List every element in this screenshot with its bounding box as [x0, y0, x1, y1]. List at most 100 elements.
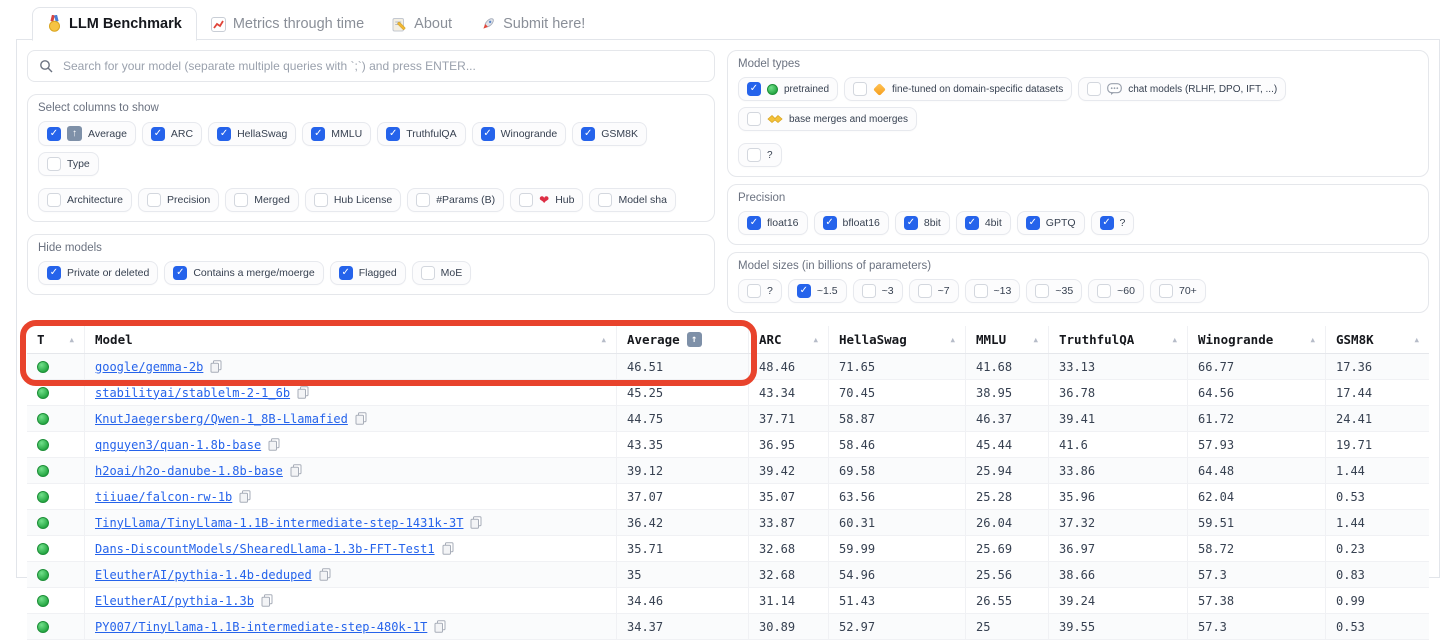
- copy-icon[interactable]: [268, 438, 280, 451]
- column-header-hellaswag[interactable]: HellaSwag▲: [829, 326, 966, 353]
- checkbox-checked: ✓: [339, 266, 353, 280]
- filter-option-flagged[interactable]: ✓Flagged: [330, 261, 406, 285]
- filter-option-fine-tuned-on-domain-specific-datasets[interactable]: fine-tuned on domain-specific datasets: [844, 77, 1072, 101]
- model-link[interactable]: EleutherAI/pythia-1.3b: [95, 594, 254, 608]
- filter-option-7[interactable]: ~7: [909, 279, 959, 303]
- model-type-cell: [27, 562, 85, 587]
- filter-option-pretrained[interactable]: ✓pretrained: [738, 77, 838, 101]
- filter-option-70[interactable]: 70+: [1150, 279, 1206, 303]
- filter-option-winogrande[interactable]: ✓Winogrande: [472, 122, 567, 146]
- checkbox-checked: ✓: [797, 284, 811, 298]
- filter-option-gptq[interactable]: ✓GPTQ: [1017, 211, 1085, 235]
- filter-option-private-or-deleted[interactable]: ✓Private or deleted: [38, 261, 158, 285]
- copy-icon[interactable]: [442, 542, 454, 555]
- gsm8k-cell: 0.83: [1326, 562, 1429, 587]
- copy-icon[interactable]: [290, 464, 302, 477]
- model-link[interactable]: stabilityai/stablelm-2-1_6b: [95, 386, 290, 400]
- filter-option-chat-models-rlhf-dpo-ift[interactable]: chat models (RLHF, DPO, IFT, ...): [1078, 77, 1286, 101]
- column-header-model[interactable]: Model▲: [85, 326, 617, 353]
- orange-diamond-icon: [873, 83, 886, 96]
- model-type-cell: [27, 406, 85, 431]
- filter-option-60[interactable]: ~60: [1088, 279, 1144, 303]
- filter-option-gsm8k[interactable]: ✓GSM8K: [572, 122, 647, 146]
- model-link[interactable]: h2oai/h2o-danube-1.8b-base: [95, 464, 283, 478]
- filter-option-label: ?: [1120, 217, 1126, 229]
- filter-option-label: TruthfulQA: [406, 128, 456, 140]
- tab-about[interactable]: About: [378, 9, 466, 40]
- filter-option-1-5[interactable]: ✓~1.5: [788, 279, 847, 303]
- column-header-gsm8k[interactable]: GSM8K▲: [1326, 326, 1429, 353]
- filter-option-truthfulqa[interactable]: ✓TruthfulQA: [377, 122, 465, 146]
- filter-option-mmlu[interactable]: ✓MMLU: [302, 122, 371, 146]
- search-input[interactable]: [61, 58, 703, 74]
- model-link[interactable]: EleutherAI/pythia-1.4b-deduped: [95, 568, 312, 582]
- filter-option-model-sha[interactable]: Model sha: [589, 188, 675, 212]
- copy-icon[interactable]: [470, 516, 482, 529]
- filter-option-float16[interactable]: ✓float16: [738, 211, 808, 235]
- filter-option-base-merges-and-moerges[interactable]: base merges and moerges: [738, 107, 917, 131]
- tab-submit-here[interactable]: Submit here!: [466, 9, 599, 40]
- model-sizes-box: Model sizes (in billions of parameters) …: [727, 252, 1429, 313]
- filter-option-bfloat16[interactable]: ✓bfloat16: [814, 211, 889, 235]
- model-search[interactable]: [27, 50, 715, 82]
- copy-icon[interactable]: [210, 360, 222, 373]
- arc-cell: 43.34: [749, 380, 829, 405]
- filter-option-option[interactable]: ✓?: [1091, 211, 1135, 235]
- model-link[interactable]: KnutJaegersberg/Qwen-1_8B-Llamafied: [95, 412, 348, 426]
- tab-label: Metrics through time: [233, 16, 364, 32]
- truthfulqa-cell: 36.97: [1049, 536, 1188, 561]
- filter-option-moe[interactable]: MoE: [412, 261, 472, 285]
- filter-option-4bit[interactable]: ✓4bit: [956, 211, 1011, 235]
- hellaswag-cell: 54.96: [829, 562, 966, 587]
- columns-box: Select columns to show ✓↑Average✓ARC✓Hel…: [27, 94, 715, 222]
- filter-option-contains-a-merge-moerge[interactable]: ✓Contains a merge/moerge: [164, 261, 323, 285]
- filter-option-hub-license[interactable]: Hub License: [305, 188, 401, 212]
- sort-arrow-icon: ▲: [813, 335, 818, 344]
- filter-option-label: GSM8K: [601, 128, 638, 140]
- model-link[interactable]: qnguyen3/quan-1.8b-base: [95, 438, 261, 452]
- filter-option-merged[interactable]: Merged: [225, 188, 299, 212]
- model-link[interactable]: tiiuae/falcon-rw-1b: [95, 490, 232, 504]
- average-cell: 34.37: [617, 614, 749, 639]
- model-link[interactable]: TinyLlama/TinyLlama-1.1B-intermediate-st…: [95, 516, 463, 530]
- filter-option-average[interactable]: ✓↑Average: [38, 121, 136, 146]
- model-type-cell: [27, 458, 85, 483]
- copy-icon[interactable]: [319, 568, 331, 581]
- copy-icon[interactable]: [434, 620, 446, 633]
- filter-option-35[interactable]: ~35: [1026, 279, 1082, 303]
- copy-icon[interactable]: [261, 594, 273, 607]
- filter-option-arc[interactable]: ✓ARC: [142, 122, 202, 146]
- filter-option-hellaswag[interactable]: ✓HellaSwag: [208, 122, 296, 146]
- copy-icon[interactable]: [355, 412, 367, 425]
- filter-option-3[interactable]: ~3: [853, 279, 903, 303]
- filter-option-label: Architecture: [67, 194, 123, 206]
- filter-option-architecture[interactable]: Architecture: [38, 188, 132, 212]
- filter-option-8bit[interactable]: ✓8bit: [895, 211, 950, 235]
- tab-metrics-through-time[interactable]: Metrics through time: [197, 9, 378, 40]
- filter-option-precision[interactable]: Precision: [138, 188, 219, 212]
- filter-option-label: bfloat16: [843, 217, 880, 229]
- model-link[interactable]: google/gemma-2b: [95, 360, 203, 374]
- column-header-winogrande[interactable]: Winogrande▲: [1188, 326, 1326, 353]
- model-link[interactable]: PY007/TinyLlama-1.1B-intermediate-step-4…: [95, 620, 427, 634]
- filter-option-option[interactable]: ?: [738, 279, 782, 303]
- chart-icon: [211, 17, 226, 32]
- filter-option-params-b[interactable]: #Params (B): [407, 188, 504, 212]
- model-link[interactable]: Dans-DiscountModels/ShearedLlama-1.3b-FF…: [95, 542, 435, 556]
- model-cell: PY007/TinyLlama-1.1B-intermediate-step-4…: [85, 614, 617, 639]
- copy-icon[interactable]: [297, 386, 309, 399]
- tab-llm-benchmark[interactable]: LLM Benchmark: [32, 7, 197, 41]
- column-header-mmlu[interactable]: MMLU▲: [966, 326, 1049, 353]
- gsm8k-cell: 1.44: [1326, 458, 1429, 483]
- column-header-arc[interactable]: ARC▲: [749, 326, 829, 353]
- column-header-truthfulqa[interactable]: TruthfulQA▲: [1049, 326, 1188, 353]
- filter-option-13[interactable]: ~13: [965, 279, 1021, 303]
- copy-icon[interactable]: [239, 490, 251, 503]
- column-header-average[interactable]: Average↑: [617, 326, 749, 353]
- filter-option-type[interactable]: Type: [38, 152, 99, 176]
- column-header-t[interactable]: T▲: [27, 326, 85, 353]
- filter-option-option[interactable]: ?: [738, 143, 782, 167]
- hide-models-box-label: Hide models: [38, 242, 704, 254]
- arc-cell: 39.42: [749, 458, 829, 483]
- filter-option-hub[interactable]: ❤Hub: [510, 188, 583, 212]
